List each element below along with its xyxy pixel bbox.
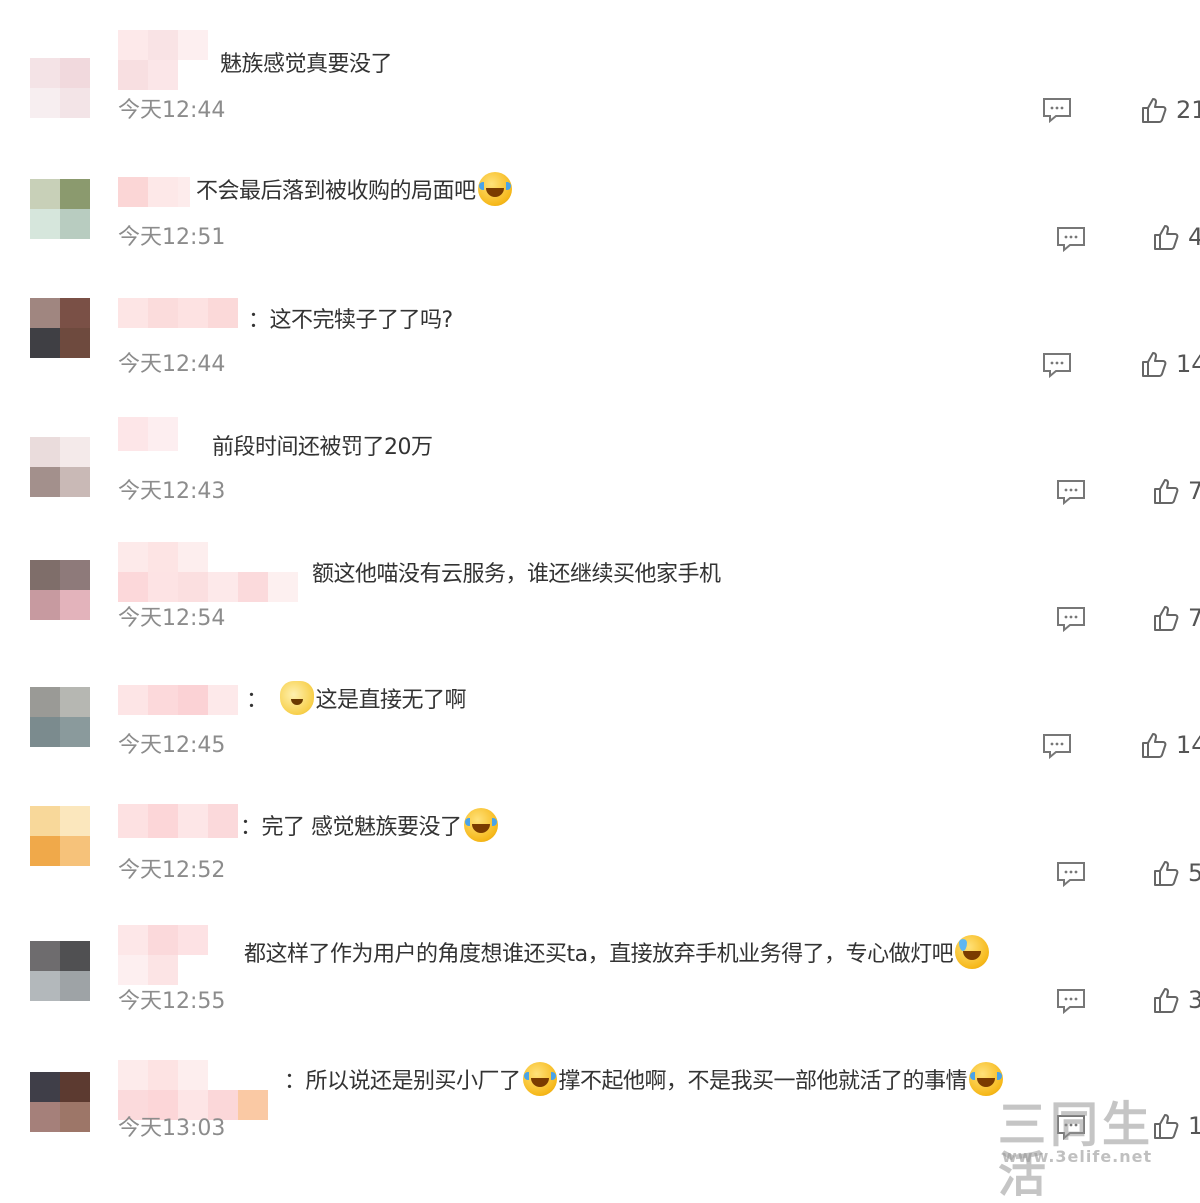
comment-text: 前段时间还被罚了20万 bbox=[212, 435, 433, 460]
username-blurred[interactable] bbox=[118, 685, 238, 715]
comment-item: 不会最后落到被收购的局面吧 今天12:51 4 bbox=[0, 127, 1200, 254]
username-blurred[interactable] bbox=[118, 542, 298, 602]
comment-item: 魅族感觉真要没了 今天12:44 21 bbox=[0, 0, 1200, 127]
comment-time: 今天12:52 bbox=[118, 858, 226, 883]
username-blurred[interactable] bbox=[118, 177, 190, 209]
comment-text: ：这不完犊子了了吗? bbox=[248, 308, 453, 333]
like-icon[interactable] bbox=[1152, 986, 1180, 1014]
like-count: 7 bbox=[1188, 477, 1200, 505]
reply-icon[interactable] bbox=[1056, 861, 1086, 887]
like-icon[interactable] bbox=[1152, 223, 1180, 251]
like-count: 14 bbox=[1176, 350, 1200, 378]
comment-text: ： 这是直接无了啊 bbox=[246, 681, 467, 715]
reply-icon[interactable] bbox=[1056, 479, 1086, 505]
avatar[interactable] bbox=[30, 560, 90, 620]
username-blurred[interactable] bbox=[118, 417, 178, 451]
avatar[interactable] bbox=[30, 941, 90, 1001]
cat-emoji bbox=[279, 681, 314, 715]
reply-icon[interactable] bbox=[1042, 97, 1072, 123]
reply-icon[interactable] bbox=[1042, 733, 1072, 759]
laugh-emoji bbox=[969, 1062, 1004, 1096]
avatar[interactable] bbox=[30, 806, 90, 866]
comment-item: 额这他喵没有云服务，谁还继续买他家手机 今天12:54 7 bbox=[0, 508, 1200, 635]
username-blurred[interactable] bbox=[118, 804, 238, 838]
comment-time: 今天12:45 bbox=[118, 733, 226, 758]
sweat-emoji bbox=[955, 935, 990, 969]
like-icon[interactable] bbox=[1140, 731, 1168, 759]
avatar[interactable] bbox=[30, 1072, 90, 1132]
avatar[interactable] bbox=[30, 687, 90, 747]
reply-icon[interactable] bbox=[1042, 352, 1072, 378]
watermark-url: www.3elife.net bbox=[1002, 1147, 1153, 1166]
like-icon[interactable] bbox=[1140, 350, 1168, 378]
comment-text: 魅族感觉真要没了 bbox=[220, 52, 393, 77]
comment-item: ：完了 感觉魅族要没了 今天12:52 5 bbox=[0, 762, 1200, 889]
avatar[interactable] bbox=[30, 437, 90, 497]
like-icon[interactable] bbox=[1152, 604, 1180, 632]
like-count: 5 bbox=[1188, 859, 1200, 887]
comment-time: 今天12:51 bbox=[118, 225, 226, 250]
reply-icon[interactable] bbox=[1056, 606, 1086, 632]
comment-item: 前段时间还被罚了20万 今天12:43 7 bbox=[0, 381, 1200, 508]
username-blurred[interactable] bbox=[118, 298, 238, 328]
comment-text: 都这样了作为用户的角度想谁还买ta，直接放弃手机业务得了，专心做灯吧 bbox=[244, 935, 991, 969]
laugh-cry-emoji bbox=[522, 1062, 557, 1096]
comment-item: ：这不完犊子了了吗? 今天12:44 14 bbox=[0, 254, 1200, 381]
reply-icon[interactable] bbox=[1056, 226, 1086, 252]
laugh-cry-emoji bbox=[477, 172, 512, 206]
comment-time: 今天12:44 bbox=[118, 352, 226, 377]
like-icon[interactable] bbox=[1152, 477, 1180, 505]
reply-icon[interactable] bbox=[1056, 988, 1086, 1014]
comment-text: 不会最后落到被收购的局面吧 bbox=[196, 172, 514, 206]
comment-time: 今天13:03 bbox=[118, 1116, 226, 1141]
comment-item: ： 这是直接无了啊 今天12:45 14 bbox=[0, 635, 1200, 762]
comment-time: 今天12:54 bbox=[118, 606, 226, 631]
like-count: 14 bbox=[1176, 731, 1200, 759]
laugh-cry-emoji bbox=[463, 808, 498, 842]
site-watermark: 三同生活 www.3elife.net bbox=[998, 1097, 1155, 1203]
like-icon[interactable] bbox=[1140, 96, 1168, 124]
avatar[interactable] bbox=[30, 298, 90, 358]
comment-time: 今天12:55 bbox=[118, 989, 226, 1014]
username-blurred[interactable] bbox=[118, 925, 214, 985]
comment-text: 额这他喵没有云服务，谁还继续买他家手机 bbox=[312, 562, 721, 587]
like-count: 21 bbox=[1176, 96, 1200, 124]
like-icon[interactable] bbox=[1152, 859, 1180, 887]
comment-text: ：完了 感觉魅族要没了 bbox=[240, 808, 500, 842]
avatar[interactable] bbox=[30, 179, 90, 239]
username-blurred[interactable] bbox=[118, 30, 208, 90]
comment-time: 今天12:44 bbox=[118, 98, 226, 123]
like-count: 3 bbox=[1188, 986, 1200, 1014]
comment-item: 都这样了作为用户的角度想谁还买ta，直接放弃手机业务得了，专心做灯吧 今天12:… bbox=[0, 889, 1200, 1016]
like-count: 4 bbox=[1188, 223, 1200, 251]
comment-time: 今天12:43 bbox=[118, 479, 226, 504]
avatar[interactable] bbox=[30, 58, 90, 118]
comment-text: ：所以说还是别买小厂了 撑不起他啊，不是我买一部他就活了的事情 bbox=[284, 1062, 1005, 1096]
like-count: 7 bbox=[1188, 604, 1200, 632]
